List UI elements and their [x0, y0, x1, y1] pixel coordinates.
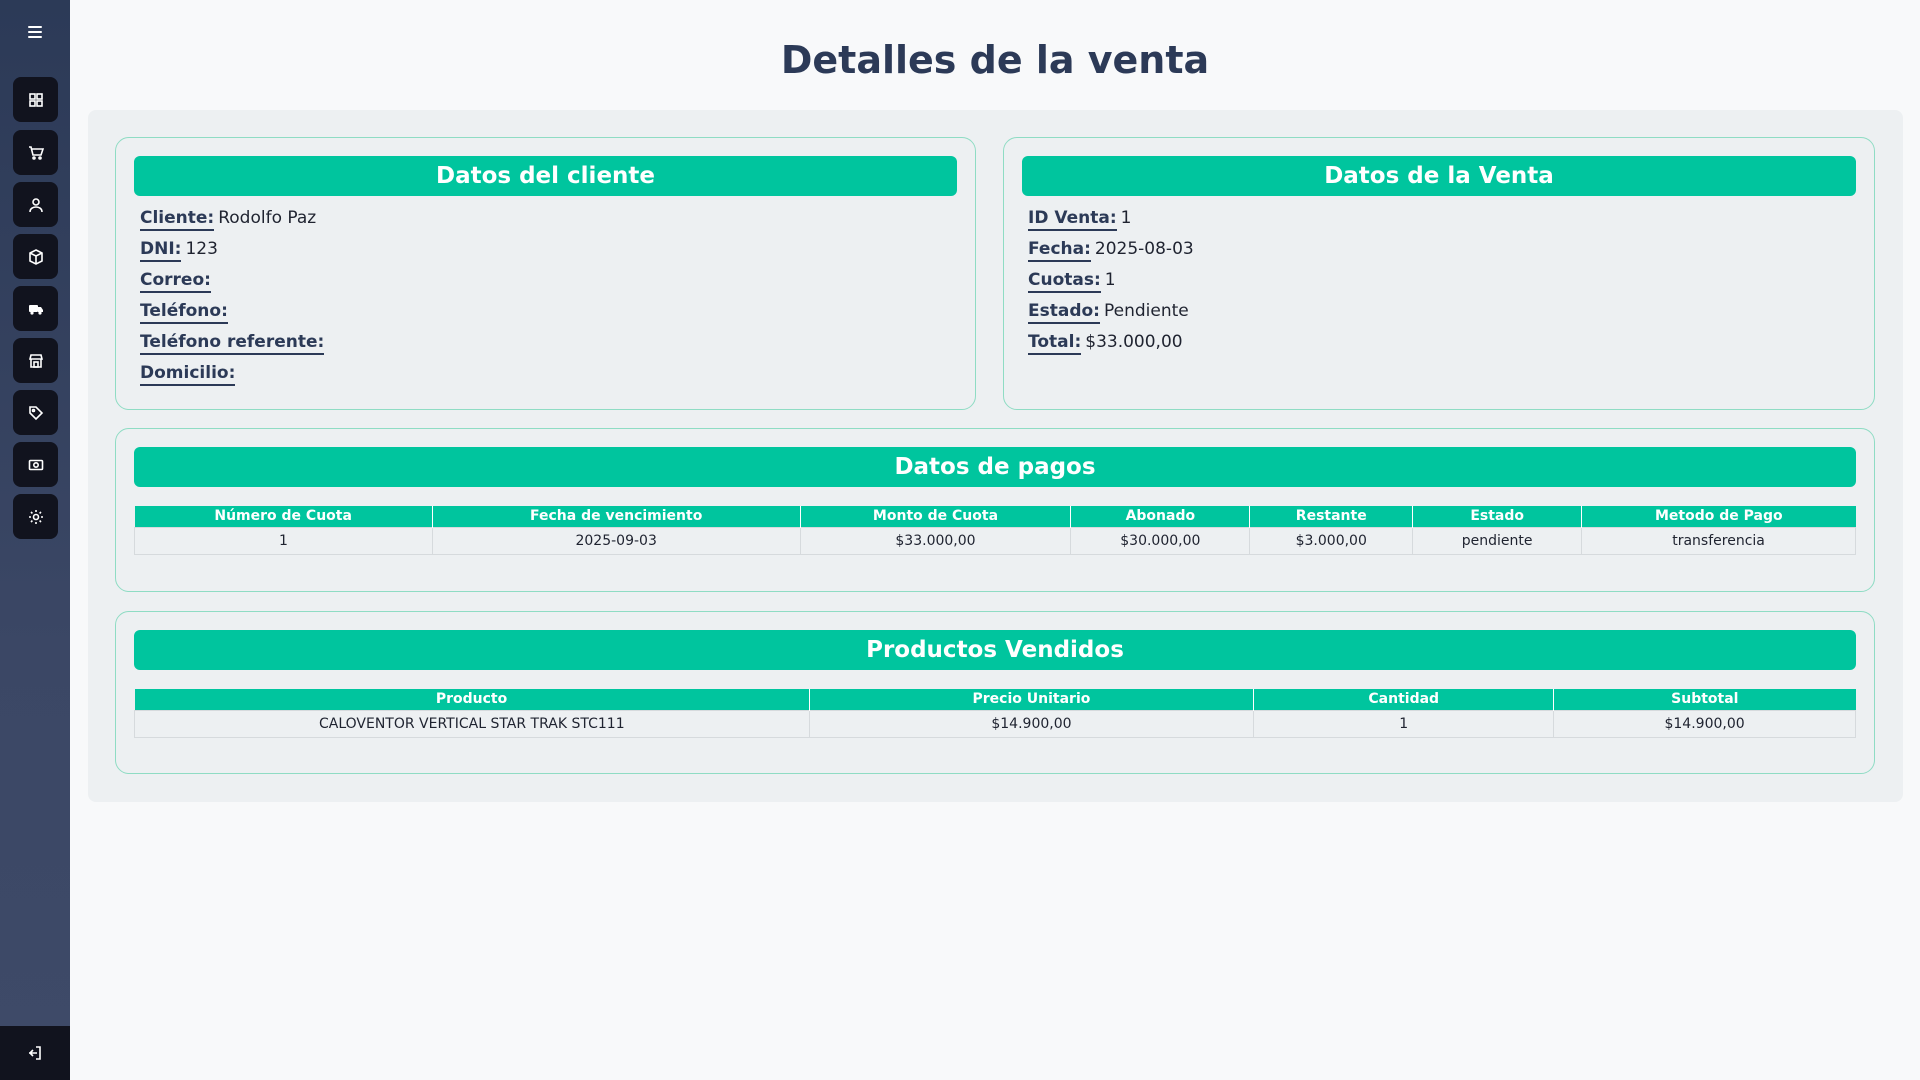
- table-row: CALOVENTOR VERTICAL STAR TRAK STC111 $14…: [134, 709, 1856, 738]
- products-table: Producto Precio Unitario Cantidad Subtot…: [134, 689, 1856, 738]
- table-cell: transferencia: [1581, 526, 1856, 555]
- field-estado: Estado: Pendiente: [1028, 298, 1194, 329]
- sidebar-item-dashboard[interactable]: [13, 77, 58, 122]
- sidebar-item-pagos[interactable]: [13, 442, 58, 487]
- products-table-header: Producto Precio Unitario Cantidad Subtot…: [134, 689, 1856, 710]
- column-header: Restante: [1249, 506, 1414, 527]
- gear-icon: [28, 509, 43, 524]
- field-total: Total: $33.000,00: [1028, 329, 1194, 360]
- sale-fields: ID Venta: 1 Fecha: 2025-08-03 Cuotas: 1 Est…: [1028, 205, 1194, 360]
- client-fields: Cliente: Rodolfo Paz DNI: 123 Correo: Telé…: [140, 205, 328, 391]
- field-cuotas: Cuotas: 1: [1028, 267, 1194, 298]
- table-cell: CALOVENTOR VERTICAL STAR TRAK STC111: [134, 709, 810, 738]
- table-cell: 1: [134, 526, 433, 555]
- cash-icon: [28, 459, 43, 470]
- products-card-header: Productos Vendidos: [134, 630, 1856, 670]
- logout-icon: [28, 1046, 41, 1060]
- sidebar-item-etiquetas[interactable]: [13, 390, 58, 435]
- menu-toggle-icon[interactable]: [22, 20, 48, 44]
- field-domicilio: Domicilio:: [140, 360, 328, 391]
- column-header: Estado: [1412, 506, 1583, 527]
- payments-table-header: Número de Cuota Fecha de vencimiento Mon…: [134, 506, 1856, 527]
- sidebar-item-productos[interactable]: [13, 234, 58, 279]
- tag-icon: [28, 405, 43, 420]
- table-cell: 1: [1253, 709, 1555, 738]
- client-card-header: Datos del cliente: [134, 156, 957, 196]
- table-cell: $30.000,00: [1070, 526, 1251, 555]
- store-icon: [28, 353, 43, 368]
- field-fecha: Fecha: 2025-08-03: [1028, 236, 1194, 267]
- sale-card-header: Datos de la Venta: [1022, 156, 1856, 196]
- table-cell: pendiente: [1412, 526, 1583, 555]
- table-cell: $33.000,00: [799, 526, 1072, 555]
- sidebar-item-envios[interactable]: [13, 286, 58, 331]
- products-card: Productos Vendidos Producto Precio Unita…: [115, 611, 1875, 774]
- column-header: Cantidad: [1253, 689, 1555, 710]
- cart-icon: [28, 145, 44, 160]
- table-cell: $14.900,00: [808, 709, 1255, 738]
- column-header: Monto de Cuota: [800, 506, 1072, 527]
- sidebar-item-tienda[interactable]: [13, 338, 58, 383]
- column-header: Precio Unitario: [809, 689, 1255, 710]
- payments-card: Datos de pagos Número de Cuota Fecha de …: [115, 428, 1875, 592]
- field-cliente: Cliente: Rodolfo Paz: [140, 205, 328, 236]
- table-cell: 2025-09-03: [431, 526, 801, 555]
- column-header: Número de Cuota: [134, 506, 433, 527]
- sidebar-item-ventas[interactable]: [13, 130, 58, 175]
- payments-table: Número de Cuota Fecha de vencimiento Mon…: [134, 506, 1856, 555]
- main-panel: Datos del cliente Cliente: Rodolfo Paz DN…: [88, 110, 1903, 802]
- client-card: Datos del cliente Cliente: Rodolfo Paz DN…: [115, 137, 976, 410]
- field-telefono: Teléfono:: [140, 298, 328, 329]
- box-icon: [28, 248, 43, 265]
- table-cell: $3.000,00: [1249, 526, 1414, 555]
- sale-card: Datos de la Venta ID Venta: 1 Fecha: 2025-…: [1003, 137, 1875, 410]
- column-header: Abonado: [1070, 506, 1251, 527]
- field-telefono-referente: Teléfono referente:: [140, 329, 328, 360]
- column-header: Metodo de Pago: [1581, 506, 1856, 527]
- column-header: Producto: [134, 689, 810, 710]
- sidebar: [0, 0, 70, 1080]
- sidebar-item-configuracion[interactable]: [13, 494, 58, 539]
- payments-card-header: Datos de pagos: [134, 447, 1856, 487]
- grid-icon: [28, 92, 43, 107]
- user-icon: [28, 197, 43, 212]
- field-correo: Correo:: [140, 267, 328, 298]
- field-dni: DNI: 123: [140, 236, 328, 267]
- page-title: Detalles de la venta: [780, 38, 1210, 82]
- column-header: Subtotal: [1553, 689, 1856, 710]
- logout-button[interactable]: [0, 1026, 70, 1080]
- table-cell: $14.900,00: [1553, 709, 1856, 738]
- column-header: Fecha de vencimiento: [432, 506, 801, 527]
- sidebar-item-clientes[interactable]: [13, 182, 58, 227]
- table-row: 1 2025-09-03 $33.000,00 $30.000,00 $3.00…: [134, 526, 1856, 555]
- truck-icon: [28, 304, 43, 315]
- field-id-venta: ID Venta: 1: [1028, 205, 1194, 236]
